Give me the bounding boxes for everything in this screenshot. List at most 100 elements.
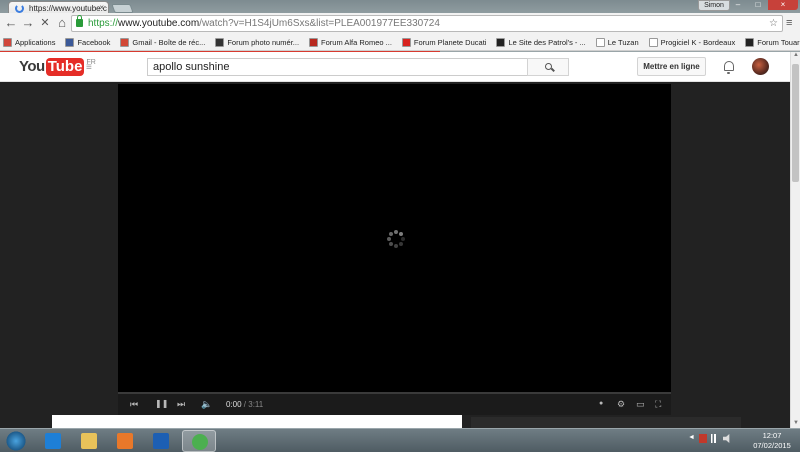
scroll-down-icon[interactable]: ▼	[792, 420, 800, 428]
loading-favicon-icon	[15, 4, 24, 13]
tab-title: https://www.youtube.c	[29, 4, 107, 13]
bookmark-item[interactable]: Le Site des Patrol's - ...	[496, 37, 586, 47]
next-icon[interactable]: ⏭	[177, 399, 185, 409]
volume-icon[interactable]: 🔈	[201, 399, 212, 409]
bookmark-label: Applications	[15, 37, 56, 47]
spinner-dot	[389, 241, 394, 246]
clock-date: 07/02/2015	[753, 441, 791, 450]
taskbar-app-internet-explorer[interactable]	[36, 430, 70, 452]
taskbar-app-media-player[interactable]	[108, 430, 142, 452]
taskbar-app-file-explorer[interactable]	[72, 430, 106, 452]
player-controls: ⏮ ❚❚ ⏭ 🔈 0:00 / 3:11 ● ⚙ ▭ ⛶	[118, 392, 671, 415]
start-button[interactable]	[4, 431, 28, 451]
guide-menu-icon[interactable]: ≡	[86, 62, 92, 73]
spinner-dot	[398, 241, 403, 246]
bookmarks-bar: Applications Facebook Gmail - Boîte de réc…	[0, 34, 800, 51]
time-display: 0:00 / 3:11	[226, 400, 263, 409]
bookmark-label: Forum Touareg	[757, 37, 800, 47]
bookmark-item[interactable]: Facebook	[65, 37, 110, 47]
notifications-bell-icon[interactable]	[724, 61, 734, 74]
tray-expand-icon[interactable]: ◄	[688, 434, 695, 443]
spinner-dot	[401, 237, 405, 241]
youtube-page: You Tube FR ≡ apollo sunshine Mettre en …	[0, 52, 790, 428]
profile-button[interactable]: Simon	[698, 0, 730, 11]
current-time: 0:00	[226, 400, 242, 409]
bookmark-item[interactable]: Forum Touareg	[745, 37, 800, 47]
video-player[interactable]	[118, 84, 671, 392]
playlist-panel	[471, 417, 741, 428]
bookmark-favicon-icon	[120, 37, 130, 47]
theater-mode-icon[interactable]: ▭	[636, 399, 645, 409]
bookmark-favicon-icon	[3, 37, 12, 47]
previous-icon[interactable]: ⏮	[130, 399, 138, 409]
bookmark-item[interactable]: Le Tuzan	[595, 37, 639, 47]
tab-close-button[interactable]: ×	[99, 3, 104, 12]
address-bar[interactable]: https://www.youtube.com/watch?v=H1S4jUm6…	[71, 15, 783, 32]
title-bar: https://www.youtube.c × Simon – □ ×	[0, 0, 800, 15]
search-input[interactable]: apollo sunshine	[147, 58, 528, 76]
bookmark-item[interactable]: Applications	[3, 37, 56, 47]
url-scheme: https://	[88, 18, 119, 29]
info-icon[interactable]: ●	[599, 399, 603, 409]
avatar[interactable]	[752, 58, 769, 75]
system-clock[interactable]: 12:07 07/02/2015	[752, 431, 792, 451]
duration: 3:11	[248, 400, 264, 409]
back-button[interactable]: ←	[4, 16, 18, 30]
file-explorer-icon	[81, 433, 97, 449]
page-scrollbar[interactable]: ▲ ▼	[790, 52, 800, 428]
spinner-dot	[394, 230, 398, 234]
chrome-icon	[192, 434, 208, 450]
bookmark-item[interactable]: Forum Alfa Romeo ...	[309, 37, 392, 47]
fullscreen-icon[interactable]: ⛶	[655, 399, 661, 409]
media-player-icon	[117, 433, 133, 449]
bookmark-label: Progiciel K - Bordeaux	[660, 37, 736, 47]
internet-explorer-icon	[45, 433, 61, 449]
taskbar-app-chrome[interactable]	[182, 430, 216, 452]
minimize-button[interactable]: –	[728, 0, 748, 10]
bookmark-favicon-icon	[745, 37, 755, 47]
bookmark-item[interactable]: Gmail - Boîte de réc...	[120, 37, 206, 47]
flag-icon[interactable]	[698, 434, 707, 443]
bookmark-star-icon[interactable]: ☆	[769, 16, 778, 31]
network-icon[interactable]	[710, 434, 719, 443]
forward-button[interactable]: →	[21, 16, 35, 30]
close-window-button[interactable]: ×	[768, 0, 798, 10]
maximize-button[interactable]: □	[748, 0, 768, 10]
url-path: /watch?v=H1S4jUm6Sxs&list=PLEA001977EE33…	[199, 18, 440, 29]
home-button[interactable]: ⌂	[55, 16, 69, 30]
bookmark-label: Gmail - Boîte de réc...	[132, 37, 206, 47]
pause-icon[interactable]: ❚❚	[155, 399, 168, 409]
spinner-dot	[389, 232, 394, 237]
bookmark-favicon-icon	[65, 37, 75, 47]
spinner-dot	[398, 232, 403, 237]
upload-button[interactable]: Mettre en ligne	[637, 57, 706, 76]
bookmark-favicon-icon	[215, 37, 225, 47]
stop-button[interactable]: ✕	[38, 16, 52, 30]
bookmark-favicon-icon	[309, 37, 319, 47]
clock-time: 12:07	[762, 431, 782, 440]
windows-taskbar: ◄ 12:07 07/02/2015	[0, 428, 800, 452]
bookmark-favicon-icon	[496, 37, 506, 47]
bookmark-favicon-icon	[401, 37, 411, 47]
window-controls: – □ ×	[728, 0, 798, 10]
bookmark-label: Le Site des Patrol's - ...	[508, 37, 586, 47]
volume-tray-icon[interactable]	[722, 434, 730, 443]
taskbar-app-outlook[interactable]	[144, 430, 178, 452]
scroll-thumb[interactable]	[792, 64, 799, 182]
settings-gear-icon[interactable]: ⚙	[617, 399, 625, 409]
spinner-dot	[394, 244, 398, 248]
bookmark-item[interactable]: Forum Planete Ducati	[401, 37, 487, 47]
search-button[interactable]	[527, 58, 569, 76]
bookmark-item[interactable]: Progiciel K - Bordeaux	[648, 37, 736, 47]
chrome-menu-icon[interactable]: ≡	[786, 17, 798, 29]
browser-toolbar: ← → ✕ ⌂ https://www.youtube.com/watch?v=…	[0, 13, 800, 34]
youtube-logo[interactable]: You Tube FR	[19, 58, 96, 76]
bookmark-label: Forum Planete Ducati	[413, 37, 487, 47]
new-tab-button[interactable]	[111, 4, 134, 13]
system-tray: ◄	[688, 434, 731, 443]
scroll-up-icon[interactable]: ▲	[792, 52, 800, 60]
bookmark-item[interactable]: Forum photo numér...	[215, 37, 299, 47]
bookmark-label: Forum Alfa Romeo ...	[321, 37, 392, 47]
bookmark-label: Le Tuzan	[607, 37, 639, 47]
loading-spinner-icon	[386, 229, 406, 249]
